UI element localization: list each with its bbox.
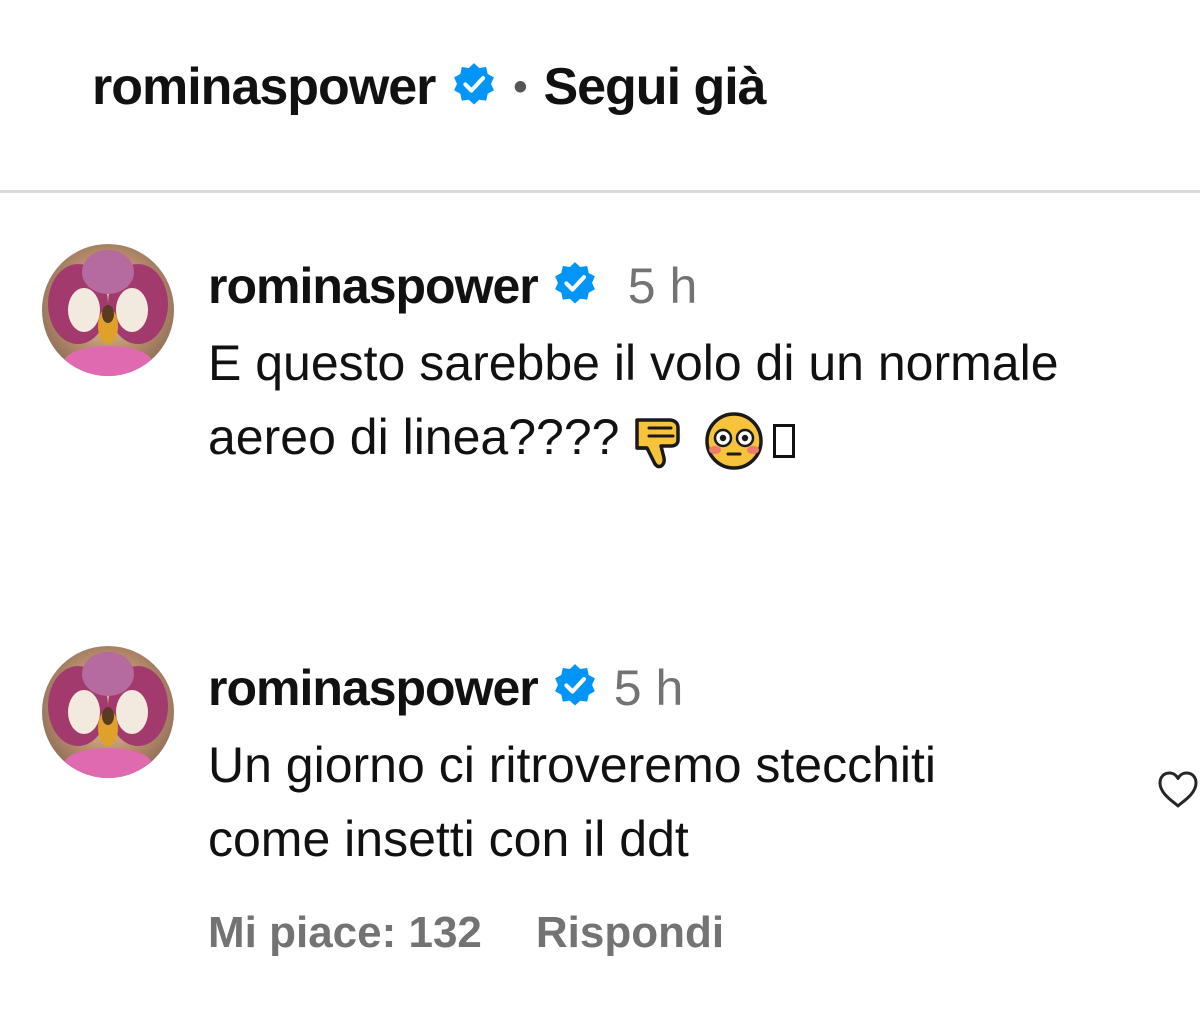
comment-text-line: aereo di linea????: [208, 409, 620, 465]
emoji-group: [631, 410, 796, 472]
reply-button[interactable]: Rispondi: [536, 908, 724, 958]
likes-count[interactable]: Mi piace: 132: [208, 908, 482, 958]
header-username[interactable]: rominaspower: [92, 57, 436, 117]
comment-text-line: E questo sarebbe il volo di un normale: [208, 335, 1059, 391]
flushed-face-icon: [703, 410, 765, 472]
comment-username[interactable]: rominaspower: [208, 659, 539, 717]
thumbs-down-icon: [631, 410, 693, 472]
verified-badge-icon: [552, 663, 598, 714]
comment-text-line: come insetti con il ddt: [208, 811, 689, 867]
avatar[interactable]: [42, 646, 174, 778]
header-separator: •: [513, 64, 528, 109]
avatar[interactable]: [42, 244, 174, 376]
comment-text-line: Un giorno ci ritroveremo stecchiti: [208, 737, 937, 793]
missing-glyph-icon: [773, 423, 796, 458]
comment-timestamp[interactable]: 5 h: [628, 257, 698, 315]
comment-timestamp[interactable]: 5 h: [614, 659, 684, 717]
post-header: rominaspower • Segui già: [92, 52, 767, 122]
header-divider: [0, 190, 1200, 193]
verified-badge-icon: [451, 62, 497, 113]
heart-icon[interactable]: [1156, 768, 1200, 817]
comment-text-line-with-emoji: aereo di linea????: [208, 400, 1200, 474]
comment-meta: rominaspower 5 h: [208, 252, 697, 320]
comment-text: E questo sarebbe il volo di un normale a…: [208, 326, 1200, 474]
comment-username[interactable]: rominaspower: [208, 257, 539, 315]
follow-status-button[interactable]: Segui già: [543, 57, 766, 117]
comment-actions: Mi piace: 132 Rispondi: [208, 908, 724, 958]
comment-text: Un giorno ci ritroveremo stecchiti come …: [208, 728, 1200, 876]
comment-meta: rominaspower 5 h: [208, 654, 683, 722]
verified-badge-icon: [552, 261, 598, 312]
